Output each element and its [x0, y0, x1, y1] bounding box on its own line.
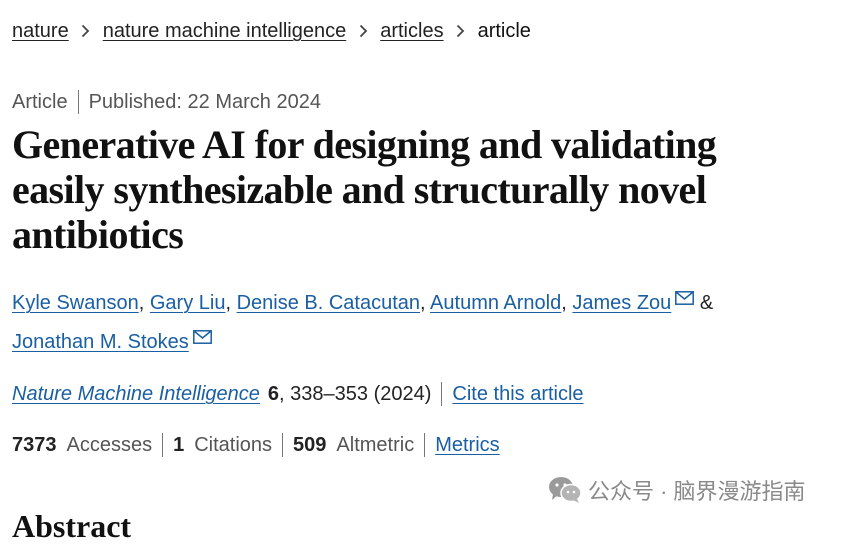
- author-list: Kyle Swanson, Gary Liu, Denise B. Catacu…: [12, 291, 714, 353]
- wechat-icon: [549, 477, 582, 503]
- watermark: 公众号 · 脑界漫游指南: [548, 474, 806, 506]
- metrics-link[interactable]: Metrics: [435, 431, 499, 459]
- breadcrumb-articles[interactable]: articles: [380, 17, 443, 45]
- abstract-heading: Abstract: [12, 508, 132, 544]
- journal-link[interactable]: Nature Machine Intelligence: [12, 380, 260, 408]
- chevron-right-icon: [346, 24, 380, 38]
- journal-volume: 6: [267, 383, 280, 405]
- metrics-bar: 7373 Accesses 1 Citations 509 Altmetric …: [12, 431, 500, 459]
- chevron-right-icon: [69, 24, 103, 38]
- altmetric-count: 509: [293, 434, 327, 456]
- citation-line: Nature Machine Intelligence 6 , 338–353 …: [12, 380, 584, 408]
- author-link[interactable]: Autumn Arnold: [430, 292, 561, 314]
- published-date: Published: 22 March 2024: [88, 91, 321, 113]
- article-type: Article: [12, 91, 68, 113]
- citations-count: 1: [173, 434, 185, 456]
- journal-pages-year: , 338–353 (2024): [279, 383, 432, 405]
- divider: [282, 433, 284, 457]
- cite-article-link[interactable]: Cite this article: [452, 380, 583, 408]
- breadcrumb: nature nature machine intelligence artic…: [12, 17, 531, 45]
- citations-label: Citations: [194, 434, 273, 456]
- breadcrumb-current: article: [477, 20, 531, 42]
- breadcrumb-nature[interactable]: nature: [12, 17, 69, 45]
- breadcrumb-nature-machine-intelligence[interactable]: nature machine intelligence: [103, 17, 347, 45]
- chevron-right-icon: [444, 24, 478, 38]
- author-link[interactable]: Jonathan M. Stokes: [12, 331, 189, 353]
- envelope-icon[interactable]: [192, 330, 212, 344]
- envelope-icon[interactable]: [675, 291, 695, 305]
- author-link[interactable]: Gary Liu: [150, 292, 226, 314]
- divider: [424, 433, 426, 457]
- author-link[interactable]: James Zou: [572, 292, 671, 314]
- author-link[interactable]: Kyle Swanson: [12, 292, 139, 314]
- watermark-text: 公众号 · 脑界漫游指南: [588, 479, 806, 504]
- article-title: Generative AI for designing and validati…: [12, 122, 717, 257]
- accesses-label: Accesses: [66, 434, 153, 456]
- altmetric-label: Altmetric: [336, 434, 415, 456]
- accesses-count: 7373: [12, 434, 57, 456]
- article-meta: Article Published: 22 March 2024: [12, 88, 321, 116]
- divider: [162, 433, 164, 457]
- divider: [77, 90, 79, 114]
- author-link[interactable]: Denise B. Catacutan: [237, 292, 420, 314]
- author-ampersand: &: [699, 292, 714, 314]
- divider: [441, 382, 443, 406]
